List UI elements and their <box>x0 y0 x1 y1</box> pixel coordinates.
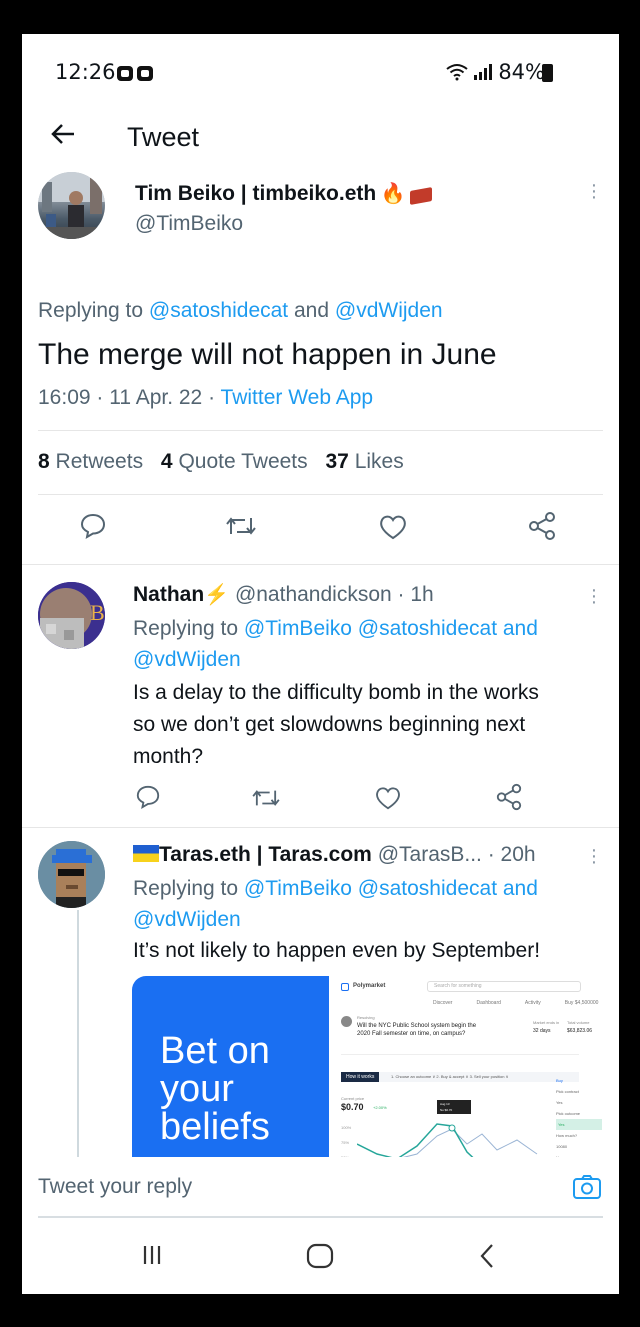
app-name: Polymarket <box>353 983 386 989</box>
chart-tooltip: Aug 13 No $0.70 <box>437 1100 471 1114</box>
fire-icon: 🔥 <box>380 183 406 205</box>
search-input: Search for something <box>427 981 581 992</box>
media-card[interactable]: Bet on your beliefs Polymarket Search fo… <box>132 976 610 1180</box>
promo-panel: Bet on your beliefs <box>132 976 329 1180</box>
author-info[interactable]: Nathan⚡ @nathandickson · 1h <box>133 582 434 607</box>
recent-apps-icon[interactable] <box>140 1243 164 1267</box>
lightning-icon: ⚡ <box>204 584 230 606</box>
notification-icon <box>117 66 133 81</box>
mention-link[interactable]: @TimBeiko @satoshidecat and <box>244 877 538 900</box>
avatar[interactable] <box>38 172 105 239</box>
author-handle-time: @TarasB... · 20h <box>377 843 536 866</box>
reply-composer[interactable]: Tweet your reply <box>22 1157 619 1227</box>
author-name: Nathan <box>133 583 205 606</box>
avatar[interactable]: B <box>38 582 105 649</box>
tweet-source[interactable]: Twitter Web App <box>221 386 374 409</box>
retweet-icon[interactable] <box>225 514 257 538</box>
likes-stat[interactable]: 37 Likes <box>326 450 404 473</box>
system-navigation-bar <box>22 1227 619 1294</box>
mention-link[interactable]: @satoshidecat <box>149 299 288 322</box>
replying-to: Replying to @TimBeiko @satoshidecat and … <box>133 617 538 671</box>
mention-link[interactable]: @vdWijden <box>133 648 241 671</box>
polymarket-logo-icon <box>341 983 349 991</box>
quotes-stat[interactable]: 4 Quote Tweets <box>161 450 308 473</box>
tweet-timestamp[interactable]: 16:09 · 11 Apr. 22 · <box>38 386 215 409</box>
divider <box>38 494 603 495</box>
back-arrow-icon[interactable] <box>50 120 76 154</box>
tweet-text: The merge will not happen in June <box>38 338 497 371</box>
author-name: Taras.eth | Taras.com <box>159 843 372 866</box>
mention-link[interactable]: @vdWijden <box>133 908 241 931</box>
thread-connector <box>77 910 79 1180</box>
reply-underline <box>38 1216 603 1218</box>
status-time: 12:26 <box>55 60 116 84</box>
back-icon[interactable] <box>478 1243 496 1269</box>
notification-icon <box>137 66 153 81</box>
replying-to: Replying to @satoshidecat and @vdWijden <box>38 299 443 322</box>
tweet-text: It’s not likely to happen even by Septem… <box>133 939 541 962</box>
phone-screen: 12:26 84% Tweet Tim Beiko | timbeiko.eth… <box>22 34 619 1294</box>
top-app-bar: Tweet <box>22 114 619 168</box>
svg-text:B: B <box>90 600 105 625</box>
like-icon[interactable] <box>374 785 402 811</box>
like-icon[interactable] <box>378 513 408 541</box>
retweets-stat[interactable]: 8 Retweets <box>38 450 143 473</box>
mention-link[interactable]: @vdWijden <box>335 299 443 322</box>
replying-to: Replying to @TimBeiko @satoshidecat and … <box>133 877 538 931</box>
price: $0.70 <box>341 1102 364 1112</box>
author-info[interactable]: Tim Beiko | timbeiko.eth 🔥 @TimBeiko <box>135 181 433 236</box>
divider <box>38 430 603 431</box>
status-bar: 12:26 84% <box>22 34 619 114</box>
tweet-thread: Tim Beiko | timbeiko.eth 🔥 @TimBeiko · · ·… <box>22 168 619 1180</box>
engagement-stats: 8 Retweets 4 Quote Tweets 37 Likes <box>38 450 404 474</box>
tweet-meta: 16:09 · 11 Apr. 22 · Twitter Web App <box>38 386 373 410</box>
app-preview: Polymarket Search for something Discover… <box>329 976 610 1180</box>
more-options-icon[interactable]: · · · <box>588 580 600 612</box>
avatar[interactable] <box>38 841 105 908</box>
promo-headline: Bet on your beliefs <box>160 1030 270 1148</box>
author-info[interactable]: Taras.eth | Taras.com @TarasB... · 20h <box>133 843 536 867</box>
market-icon <box>341 1016 352 1027</box>
divider <box>22 827 619 828</box>
author-name: Tim Beiko | timbeiko.eth <box>135 182 377 205</box>
ukraine-flag-icon <box>133 845 159 862</box>
author-handle-time: @nathandickson · 1h <box>234 583 434 606</box>
steps-bar: How it works 1. Choose an outcome ∨ 2. B… <box>341 1072 579 1082</box>
more-options-icon[interactable]: · · · <box>588 175 600 207</box>
share-icon[interactable] <box>495 783 523 811</box>
retweet-icon[interactable] <box>251 787 281 809</box>
signal-icon <box>474 64 493 80</box>
market-question: Will the NYC Public School system begin … <box>357 1023 477 1037</box>
wifi-icon <box>446 64 468 81</box>
tweet-text: Is a delay to the difficulty bomb in the… <box>133 681 539 768</box>
reply-icon[interactable] <box>135 784 161 810</box>
divider <box>22 564 619 565</box>
status-indicators: 84% <box>446 60 545 84</box>
reply-input[interactable]: Tweet your reply <box>38 1175 192 1199</box>
battery-percent: 84% <box>498 60 545 84</box>
share-icon[interactable] <box>527 511 557 541</box>
mention-link[interactable]: @TimBeiko @satoshidecat and <box>244 617 538 640</box>
battery-icon <box>542 64 553 82</box>
page-title: Tweet <box>127 122 200 152</box>
author-handle: @TimBeiko <box>135 212 244 235</box>
camera-icon[interactable] <box>572 1174 602 1200</box>
reply-icon[interactable] <box>79 512 107 540</box>
more-options-icon[interactable]: · · · <box>588 840 600 872</box>
home-icon[interactable] <box>306 1243 334 1269</box>
app-nav: Discover Dashboard Activity Buy $4,50000… <box>433 1000 599 1006</box>
brick-icon <box>410 186 433 205</box>
